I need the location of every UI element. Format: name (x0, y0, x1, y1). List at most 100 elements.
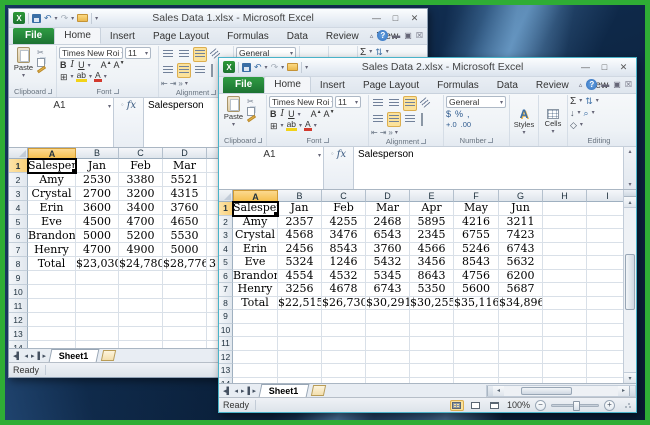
scroll-right-icon[interactable]: ▸ (618, 386, 629, 396)
cell-A12[interactable] (28, 313, 76, 327)
cell-C8[interactable]: $24,780 (119, 257, 163, 271)
cell-G10[interactable] (499, 324, 543, 338)
cell-B7[interactable]: 3256 (278, 283, 322, 297)
align-top-icon[interactable] (161, 47, 175, 62)
hscroll-split-handle[interactable] (629, 386, 635, 396)
cell-C9[interactable] (119, 271, 163, 285)
cell-A3[interactable]: Crystal (233, 229, 278, 243)
cell-A13[interactable] (28, 327, 76, 341)
font-name-select[interactable]: Times New Roi▾ (269, 96, 333, 108)
align-center-icon[interactable] (177, 63, 191, 78)
cell-D14[interactable] (366, 378, 410, 384)
cell-F13[interactable] (454, 364, 499, 378)
decrease-decimal-icon[interactable]: .00 (461, 120, 471, 129)
tab-review[interactable]: Review (527, 78, 578, 93)
cell-G6[interactable]: 6200 (499, 270, 543, 284)
merge-center-icon[interactable] (419, 112, 425, 127)
cell-B1[interactable]: Jan (278, 202, 322, 216)
align-center-icon[interactable] (387, 112, 401, 127)
name-box-dropdown-icon[interactable]: ▾ (108, 99, 111, 110)
cell-E5[interactable]: 3456 (410, 256, 454, 270)
row-header-2[interactable]: 2 (9, 173, 28, 187)
cells-button[interactable]: Cells ▾ (543, 96, 564, 146)
prev-sheet-icon[interactable]: ◂ (234, 387, 238, 395)
alignment-dialog-launcher-icon[interactable] (211, 90, 216, 95)
cell-H8[interactable] (543, 297, 587, 311)
undo-dropdown-icon[interactable]: ▾ (265, 64, 268, 71)
grow-font-button[interactable]: A▲ (311, 109, 322, 119)
cell-G5[interactable]: 5632 (499, 256, 543, 270)
underline-dropdown-icon[interactable]: ▾ (88, 62, 91, 69)
cell-B2[interactable]: 2357 (278, 216, 322, 230)
align-left-icon[interactable] (161, 63, 175, 78)
vscroll-thumb[interactable] (625, 254, 635, 310)
cell-A14[interactable] (28, 341, 76, 348)
cell-A11[interactable] (28, 299, 76, 313)
autosum-icon[interactable]: Σ (570, 96, 576, 107)
cell-H10[interactable] (543, 324, 587, 338)
cell-A2[interactable]: Amy (28, 173, 76, 187)
cell-G9[interactable] (499, 310, 543, 324)
cell-F7[interactable]: 5600 (454, 283, 499, 297)
cell-B8[interactable]: $22,515 (278, 297, 322, 311)
cell-A5[interactable]: Eve (233, 256, 278, 270)
cell-D10[interactable] (163, 285, 207, 299)
close-button[interactable]: ✕ (406, 12, 423, 25)
cell-A8[interactable]: Total (28, 257, 76, 271)
cell-B5[interactable]: 5324 (278, 256, 322, 270)
cell-E14[interactable] (410, 378, 454, 384)
open-folder-icon[interactable] (287, 63, 298, 71)
cell-B10[interactable] (278, 324, 322, 338)
cell-D14[interactable] (163, 341, 207, 348)
cell-C8[interactable]: $26,730 (322, 297, 366, 311)
cell-C2[interactable]: 4255 (322, 216, 366, 230)
cell-H4[interactable] (543, 243, 587, 257)
font-color-dropdown-icon[interactable]: ▾ (314, 122, 317, 129)
page-break-view-button[interactable] (488, 400, 502, 411)
cell-C7[interactable]: 4900 (119, 243, 163, 257)
borders-icon[interactable]: ⊞ (59, 72, 69, 82)
styles-button[interactable]: A Styles ▾ (512, 96, 536, 146)
font-dialog-launcher-icon[interactable] (114, 89, 119, 94)
cell-A2[interactable]: Amy (233, 216, 278, 230)
first-sheet-icon[interactable]: ◂▌ (223, 387, 231, 395)
alignment-dialog-launcher-icon[interactable] (421, 139, 426, 144)
undo-dropdown-icon[interactable]: ▾ (55, 15, 58, 22)
workbook-restore-icon[interactable]: ▣ (613, 80, 621, 89)
cell-C10[interactable] (119, 285, 163, 299)
name-box[interactable]: A1 (221, 148, 318, 160)
cell-E3[interactable]: 2345 (410, 229, 454, 243)
cell-G1[interactable]: Jun (499, 202, 543, 216)
cell-A1[interactable]: Salesperson (28, 159, 76, 173)
cell-D3[interactable]: 4315 (163, 187, 207, 201)
cell-G14[interactable] (499, 378, 543, 384)
row-header-11[interactable]: 11 (219, 337, 233, 351)
decrease-indent-icon[interactable]: ⇤ (161, 79, 168, 88)
cell-C4[interactable]: 3400 (119, 201, 163, 215)
merge-center-icon[interactable] (209, 63, 215, 78)
align-right-icon[interactable] (403, 112, 417, 127)
decrease-indent-icon[interactable]: ⇤ (371, 128, 378, 137)
cut-icon[interactable]: ✂ (37, 48, 46, 57)
font-color-icon[interactable]: A (304, 120, 312, 131)
clipboard-dialog-launcher-icon[interactable] (258, 138, 262, 143)
insert-worksheet-icon[interactable] (100, 350, 115, 361)
comma-format-icon[interactable]: , (467, 109, 470, 119)
cell-C12[interactable] (322, 351, 366, 365)
workbook-restore-icon[interactable]: ▣ (404, 31, 412, 40)
row-header-12[interactable]: 12 (219, 351, 233, 365)
cell-H3[interactable] (543, 229, 587, 243)
fill-color-icon[interactable]: ab (286, 120, 297, 131)
cell-E12[interactable] (410, 351, 454, 365)
row-header-4[interactable]: 4 (219, 243, 233, 257)
select-all-corner[interactable] (219, 190, 233, 202)
maximize-button[interactable]: □ (387, 12, 404, 25)
cell-C3[interactable]: 3200 (119, 187, 163, 201)
cell-B10[interactable] (76, 285, 119, 299)
row-header-12[interactable]: 12 (9, 313, 28, 327)
cell-D8[interactable]: $28,776 (163, 257, 207, 271)
cell-B3[interactable]: 4568 (278, 229, 322, 243)
row-header-10[interactable]: 10 (9, 285, 28, 299)
cell-B11[interactable] (278, 337, 322, 351)
cell-C9[interactable] (322, 310, 366, 324)
